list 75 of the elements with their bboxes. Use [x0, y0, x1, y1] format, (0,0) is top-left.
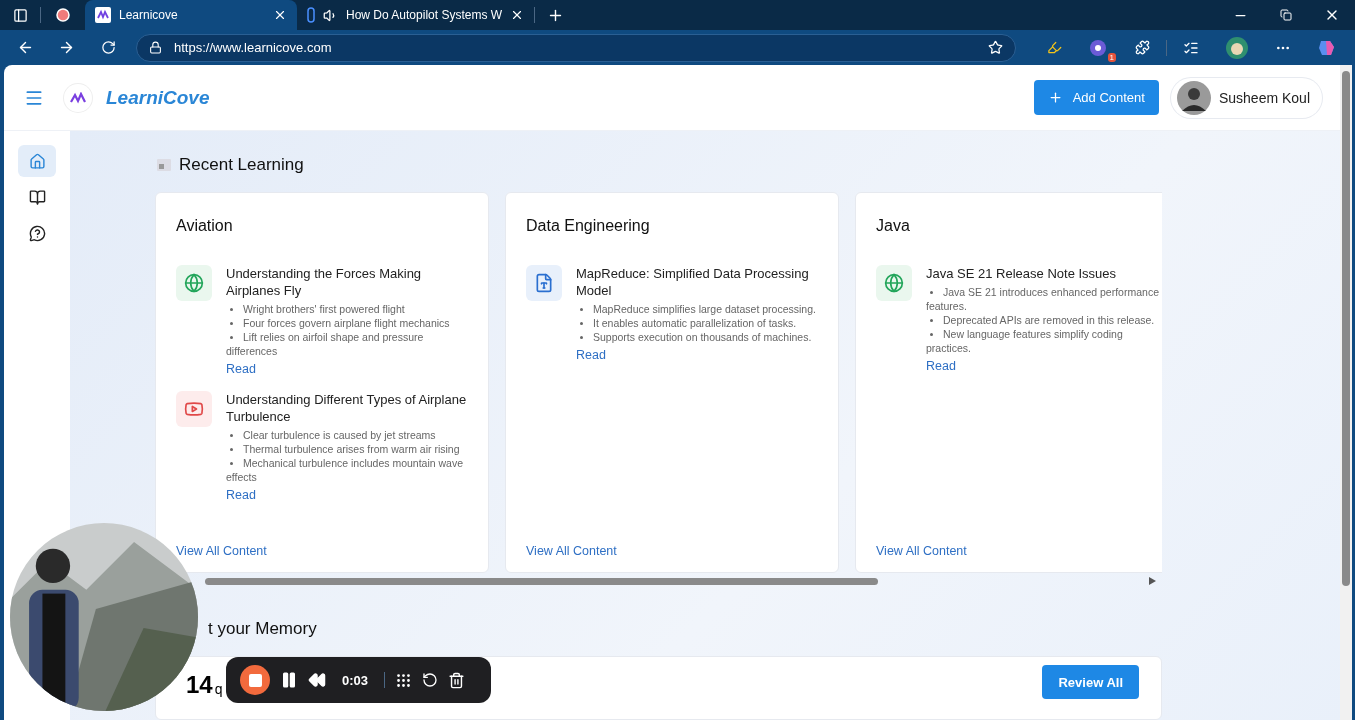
rewind-icon[interactable]	[308, 671, 326, 689]
content-title: Understanding the Forces Making Airplanes Fly	[226, 265, 423, 299]
avatar-icon	[1176, 80, 1211, 115]
stop-button[interactable]	[240, 665, 270, 695]
view-all-link[interactable]: View All Content	[176, 544, 267, 558]
globe-icon	[876, 265, 912, 301]
summary-point: Wright brothers' first powered flight	[226, 302, 468, 316]
delete-icon[interactable]	[448, 671, 466, 689]
lock-icon	[149, 41, 162, 54]
book-icon	[28, 188, 46, 206]
vertical-scrollbar[interactable]	[1340, 65, 1352, 720]
summary-point: Java SE 21 introduces enhanced performance features.	[926, 285, 1160, 313]
favicon-icon	[95, 7, 111, 23]
bullet-dot	[230, 433, 233, 437]
card-title: Aviation	[176, 217, 234, 235]
question-count: 14	[186, 671, 213, 699]
read-link[interactable]: Read	[226, 488, 256, 502]
user-menu[interactable]: Susheem Koul	[1170, 77, 1322, 118]
summary-point: Thermal turbulence arises from warm air rising	[226, 442, 468, 456]
bullet-dot	[580, 335, 583, 339]
section-title: t your Memory	[208, 619, 318, 639]
bullet-dot	[230, 447, 233, 451]
plus-icon	[1047, 90, 1063, 105]
close-icon[interactable]	[273, 8, 287, 22]
browser-tab[interactable]: Learnicove	[85, 0, 297, 30]
star-icon[interactable]	[988, 40, 1003, 55]
document-icon	[526, 265, 562, 301]
content-title: Understanding Different Types of Airplane Turbulence	[226, 391, 468, 425]
summary-point: Four forces govern airplane flight mechanics	[226, 316, 468, 330]
scroll-right-icon[interactable]	[1149, 577, 1156, 585]
content-title: MapReduce: Simplified Data Processing Model	[576, 265, 810, 299]
pause-icon[interactable]	[280, 671, 298, 689]
summary-point: Lift relies on airfoil shape and pressure differences	[226, 330, 425, 358]
video-icon	[176, 391, 212, 427]
summary-point: New language features simplify coding practices.	[926, 327, 1124, 355]
bullet-dot	[230, 321, 233, 325]
address-field[interactable]: https://www.learnicove.com	[136, 33, 1016, 62]
read-link[interactable]: Read	[226, 362, 256, 376]
bullet-dot	[580, 307, 583, 311]
add-content-button[interactable]: Add Content	[1033, 80, 1159, 115]
home-icon	[28, 152, 46, 170]
content-title: Java SE 21 Release Note Issues	[926, 265, 1118, 282]
section-icon	[157, 159, 171, 171]
bullet-dot	[580, 321, 583, 325]
restart-icon[interactable]	[422, 672, 439, 688]
recording-time: 0:03	[342, 672, 369, 688]
view-all-link[interactable]: View All Content	[526, 544, 617, 558]
notification-badge: 1	[1107, 52, 1116, 62]
card-title: Data Engineering	[526, 217, 651, 235]
review-all-button[interactable]: Review All	[1042, 665, 1139, 699]
browser-tab[interactable]: How Do Autopilot Systems W	[297, 0, 535, 30]
summary-point: It enables automatic parallelization of tasks.	[576, 316, 818, 330]
read-link[interactable]: Read	[576, 348, 606, 362]
section-title: Recent Learning	[179, 155, 304, 175]
bullet-dot	[230, 307, 233, 311]
globe-icon	[176, 265, 212, 301]
extension-icon[interactable]	[1089, 38, 1107, 57]
summary-point: Supports execution on thousands of machines.	[576, 330, 818, 344]
bullet-dot	[930, 332, 933, 336]
view-all-link[interactable]: View All Content	[876, 544, 967, 558]
bullet-dot	[930, 318, 933, 322]
bullet-dot	[230, 335, 233, 339]
help-icon	[28, 224, 46, 242]
bullet-dot	[930, 290, 933, 294]
count-unit: q	[214, 681, 223, 697]
summary-point: Mechanical turbulence includes mountain wave effects	[226, 456, 465, 484]
summary-point: MapReduce simplifies large dataset processing.	[576, 302, 818, 316]
bullet-dot	[230, 461, 233, 465]
tab-group-icon	[307, 7, 315, 23]
summary-point: Clear turbulence is caused by jet streams	[226, 428, 468, 442]
summary-point: Deprecated APIs are removed in this release.	[926, 313, 1162, 327]
read-link[interactable]: Read	[926, 359, 956, 373]
card-title: Java	[876, 217, 911, 235]
brand-name: LearniCove	[106, 86, 210, 109]
grid-icon[interactable]	[395, 671, 413, 689]
